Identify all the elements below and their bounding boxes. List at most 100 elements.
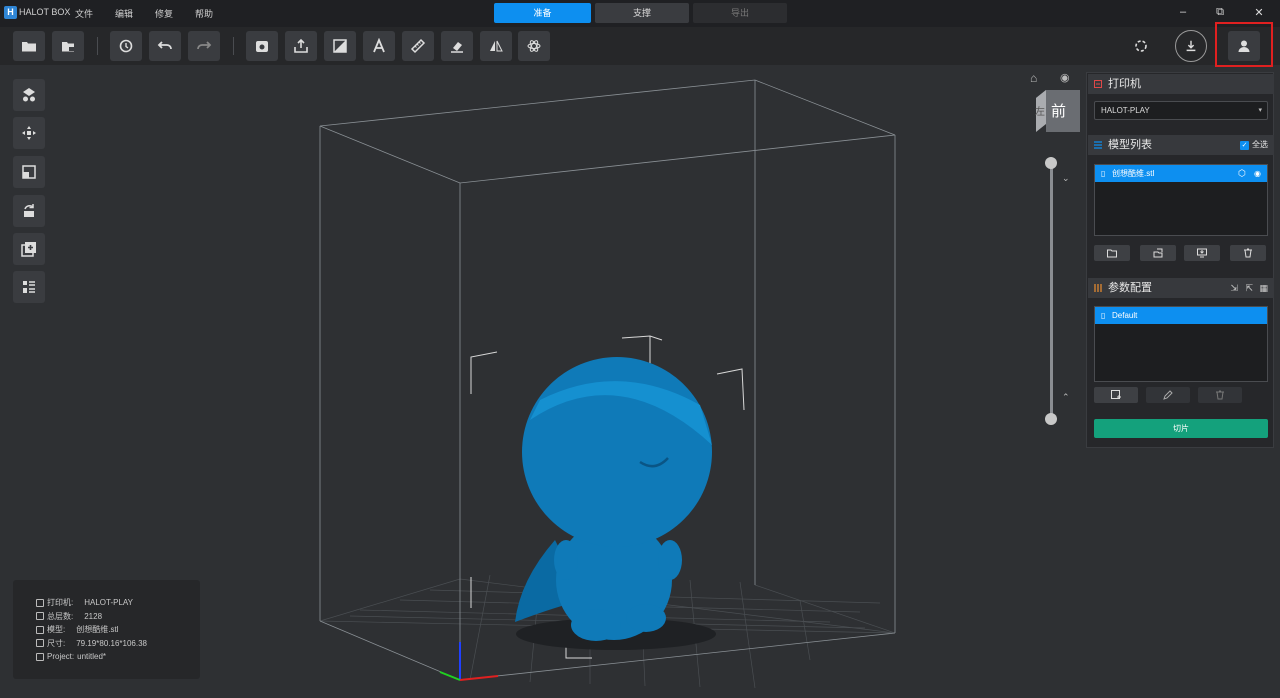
printer-select-value: HALOT-PLAY <box>1101 106 1150 115</box>
printer-icon <box>36 598 44 607</box>
printer-select[interactable]: HALOT-PLAY ▾ <box>1094 101 1268 120</box>
duplicate-icon[interactable] <box>13 233 45 265</box>
model-list-title: 模型列表 <box>1108 139 1152 151</box>
toolbar-divider <box>233 37 234 55</box>
text-icon[interactable] <box>363 31 395 61</box>
restore-icon[interactable]: ⧉ <box>1212 6 1228 19</box>
project-icon <box>36 652 44 661</box>
view-cube[interactable]: 前 左 <box>1034 90 1080 132</box>
minimize-icon[interactable]: – <box>1175 6 1191 18</box>
model-list[interactable]: ▯ 创想酷维.stl ⬡ ◉ <box>1094 164 1268 236</box>
slice-button[interactable]: 切片 <box>1094 419 1268 438</box>
printer-section-title: 打印机 <box>1108 78 1141 90</box>
mirror-icon[interactable] <box>480 31 512 61</box>
repair-ring-icon[interactable] <box>1127 31 1155 61</box>
param-list[interactable]: ▯ Default <box>1094 306 1268 382</box>
info-key: 尺寸: <box>47 638 66 648</box>
delete-model-button[interactable] <box>1230 245 1266 261</box>
printer-section-header: 打印机 <box>1088 74 1274 94</box>
export-icon[interactable] <box>285 31 317 61</box>
menu-help[interactable]: 帮助 <box>195 7 213 20</box>
erase-icon[interactable] <box>441 31 473 61</box>
hollow-icon[interactable] <box>246 31 278 61</box>
undo-icon[interactable] <box>149 31 181 61</box>
tab-prepare[interactable]: 准备 <box>494 3 591 23</box>
move-icon[interactable] <box>13 117 45 149</box>
list-icon[interactable] <box>13 271 45 303</box>
support-icon[interactable] <box>324 31 356 61</box>
chart-config-icon[interactable]: ▦ <box>1259 278 1268 298</box>
info-key: Project: <box>47 652 75 662</box>
list-icon <box>1094 141 1102 149</box>
history-icon[interactable] <box>110 31 142 61</box>
view-cube-left-label: 左 <box>1035 107 1045 118</box>
chevron-down-icon: ▾ <box>1258 107 1262 114</box>
edit-config-button[interactable] <box>1146 387 1190 403</box>
list-item[interactable]: ▯ Default <box>1095 307 1267 324</box>
export-model-button[interactable] <box>1184 245 1220 261</box>
home-icon[interactable]: ⌂ <box>1030 71 1037 85</box>
layer-slider-bottom-handle[interactable] <box>1045 413 1057 425</box>
user-icon[interactable] <box>1228 31 1260 61</box>
redo-icon[interactable] <box>188 31 220 61</box>
info-key: 总层数: <box>47 611 74 621</box>
chevron-up-icon[interactable]: ⌃ <box>1062 392 1070 403</box>
app-logo-icon: H <box>4 6 17 19</box>
atom-icon[interactable] <box>518 31 550 61</box>
info-value: untitled* <box>77 652 107 662</box>
list-item[interactable]: ▯ 创想酷维.stl ⬡ ◉ <box>1095 165 1267 182</box>
layers-icon <box>36 612 44 621</box>
rotate-icon[interactable] <box>13 195 45 227</box>
model-info-box: 打印机: HALOT-PLAY 总层数: 2128 模型: 创想酷维.stl 尺寸: 7… <box>13 580 200 679</box>
close-icon[interactable]: ✕ <box>1251 6 1267 19</box>
download-icon[interactable] <box>1175 30 1207 62</box>
info-size: 尺寸: 79.19*80.16*106.38 <box>36 637 200 651</box>
layer-slider-track[interactable] <box>1050 163 1053 419</box>
ruler-icon <box>36 639 44 648</box>
tab-export[interactable]: 导出 <box>693 3 787 23</box>
param-section-title: 参数配置 <box>1108 282 1152 294</box>
export-config-icon[interactable]: ⇱ <box>1245 278 1253 298</box>
view-cube-front-label: 前 <box>1051 103 1067 120</box>
info-printer: 打印机: HALOT-PLAY <box>36 596 200 610</box>
import-model-button[interactable] <box>1140 245 1176 261</box>
cube-icon <box>36 625 44 634</box>
menu-edit[interactable]: 编辑 <box>115 7 133 20</box>
model-name: 创想酷维.stl <box>1112 169 1155 178</box>
select-all-label: 全选 <box>1252 140 1268 149</box>
title-bar: H HALOT BOX 文件 编辑 修复 帮助 准备 支撑 导出 – ⧉ ✕ <box>0 0 1280 27</box>
open-model-button[interactable] <box>1094 245 1130 261</box>
arrange-icon[interactable] <box>13 79 45 111</box>
new-config-button[interactable] <box>1094 387 1138 403</box>
file-icon: ▯ <box>1101 311 1106 320</box>
open-folder-icon[interactable] <box>13 31 45 61</box>
ruler-icon[interactable] <box>402 31 434 61</box>
info-model: 模型: 创想酷维.stl <box>36 623 200 637</box>
info-project: Project: untitled* <box>36 650 200 664</box>
delete-config-button[interactable] <box>1198 387 1242 403</box>
info-layers: 总层数: 2128 <box>36 610 200 624</box>
info-value: HALOT-PLAY <box>84 598 133 608</box>
select-all[interactable]: ✓ 全选 <box>1240 135 1268 155</box>
info-value: 2128 <box>84 611 103 621</box>
printer-icon <box>1094 80 1102 88</box>
info-value: 79.19*80.16*106.38 <box>76 638 147 648</box>
menu-file[interactable]: 文件 <box>75 7 93 20</box>
param-name: Default <box>1112 311 1138 320</box>
info-key: 模型: <box>47 625 66 635</box>
chevron-down-icon[interactable]: ⌄ <box>1062 173 1070 184</box>
eye-icon[interactable]: ◉ <box>1254 165 1261 182</box>
info-value: 创想酷维.stl <box>76 625 119 635</box>
cube-icon[interactable]: ⬡ <box>1238 165 1246 182</box>
import-icon[interactable] <box>52 31 84 61</box>
model-list-header: 模型列表 ✓ 全选 <box>1088 135 1274 155</box>
layer-slider-top-handle[interactable] <box>1045 157 1057 169</box>
scale-icon[interactable] <box>13 156 45 188</box>
eye-icon[interactable]: ◉ <box>1060 71 1070 84</box>
file-icon: ▯ <box>1101 169 1106 178</box>
toolbar-divider <box>97 37 98 55</box>
tab-support[interactable]: 支撑 <box>595 3 689 23</box>
checkbox-checked-icon[interactable]: ✓ <box>1240 140 1249 150</box>
menu-repair[interactable]: 修复 <box>155 7 173 20</box>
import-config-icon[interactable]: ⇲ <box>1230 278 1238 298</box>
